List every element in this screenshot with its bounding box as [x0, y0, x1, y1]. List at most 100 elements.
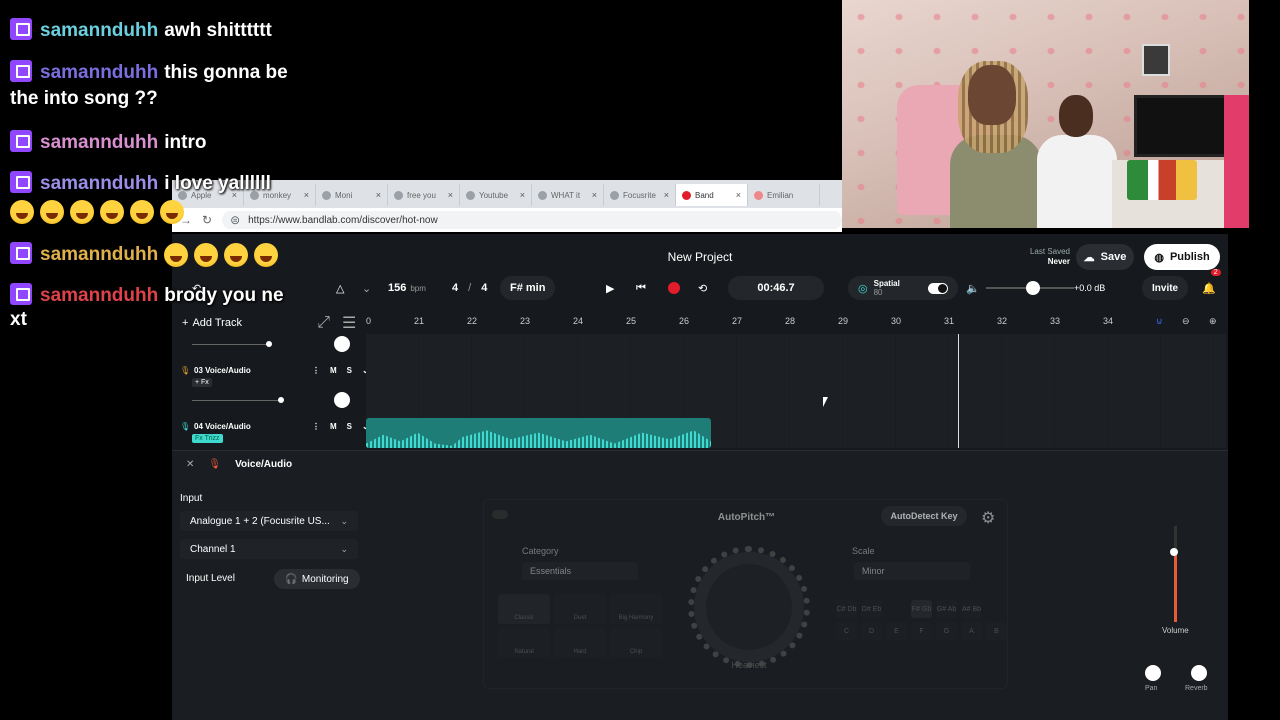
fx-tag[interactable]: + Fx [192, 378, 212, 387]
solo-button[interactable]: S [347, 422, 352, 431]
close-icon[interactable]: × [736, 190, 741, 200]
close-icon[interactable]: × [664, 190, 669, 200]
preset-natural[interactable]: Natural [498, 628, 550, 658]
preset-duet[interactable]: Duet [554, 594, 606, 624]
site-info-icon[interactable]: ⊜ [230, 213, 240, 227]
toggle-switch[interactable] [928, 282, 948, 294]
close-icon[interactable]: ✕ [186, 459, 194, 470]
volume-db: +0.0 dB [1074, 283, 1106, 293]
more-icon[interactable]: ⋮ [312, 422, 320, 431]
pan-knob[interactable] [1145, 665, 1161, 681]
tv [1134, 95, 1229, 157]
browser-tab[interactable]: free you × [388, 184, 460, 206]
key-button[interactable]: F [911, 622, 932, 640]
bandlab-studio: New Project Last Saved Never ☁ Save ◍ Publi… [172, 234, 1228, 720]
key-button[interactable]: E [886, 622, 907, 640]
save-button[interactable]: ☁ Save [1076, 244, 1134, 270]
close-icon[interactable]: × [520, 190, 525, 200]
close-icon[interactable]: × [592, 190, 597, 200]
wall-frame [1142, 44, 1170, 76]
browser-tab[interactable]: Moni × [316, 184, 388, 206]
volume-slider-knob[interactable] [266, 341, 272, 347]
preset-classic[interactable]: Classic [498, 594, 550, 624]
browser-tab-active[interactable]: Band × [676, 184, 748, 206]
time-signature[interactable]: 4/4 [452, 276, 487, 300]
mixer-icon[interactable]: ☰ [342, 313, 356, 333]
bpm-field[interactable]: 156 bpm [388, 276, 426, 300]
key-button[interactable]: D# Eb [861, 600, 882, 618]
publish-button[interactable]: ◍ Publish [1144, 244, 1220, 270]
amount-knob[interactable] [688, 546, 810, 668]
volume-slider-knob[interactable] [278, 397, 284, 403]
master-volume-slider[interactable] [986, 276, 1074, 300]
channel-select[interactable]: Channel 1 ⌄ [180, 539, 358, 559]
add-track-button[interactable]: + Add Track [182, 317, 242, 329]
record-button[interactable] [668, 276, 680, 300]
pan-knob[interactable] [334, 336, 350, 352]
play-icon[interactable]: ▶ [606, 276, 614, 300]
settings-sliders-icon[interactable]: ⚙ [981, 508, 995, 528]
close-icon[interactable]: × [304, 190, 309, 200]
scale-label: Scale [852, 546, 875, 556]
more-icon[interactable]: ⋮ [312, 366, 320, 375]
chat-username: samannduhh [40, 173, 159, 194]
solo-button[interactable]: S [347, 366, 352, 375]
browser-tab[interactable]: Youtube × [460, 184, 532, 206]
spatial-toggle[interactable]: ◎ Spatial 80 [848, 276, 958, 300]
input-level-tab[interactable]: Input Level [186, 573, 235, 584]
fx-tag[interactable]: Fx Trizz [192, 434, 223, 443]
mute-button[interactable]: M [330, 422, 337, 431]
skip-back-icon[interactable]: ⏮ [636, 276, 646, 300]
key-button[interactable]: G [936, 622, 957, 640]
track-name[interactable]: 04 Voice/Audio [194, 422, 251, 431]
playhead[interactable] [958, 334, 959, 448]
slider-knob[interactable] [1026, 281, 1040, 295]
metronome-icon[interactable]: △ [336, 276, 344, 300]
timeline-ruler[interactable]: 0 21 22 23 24 25 26 27 28 29 30 31 32 33… [366, 312, 1226, 334]
key-button[interactable]: C# Db [836, 600, 857, 618]
category-label: Category [522, 546, 559, 556]
volume-meter[interactable] [1174, 526, 1177, 622]
key-button[interactable]: A# Bb [961, 600, 982, 618]
chevron-down-icon[interactable]: ⌄ [362, 276, 371, 300]
track-name[interactable]: 03 Voice/Audio [194, 366, 251, 375]
category-select[interactable]: Essentials [522, 562, 638, 580]
reload-icon[interactable]: ↻ [202, 213, 212, 227]
key-button[interactable]: G# Ab [936, 600, 957, 618]
key-button[interactable]: B [986, 622, 1007, 640]
key-button[interactable]: C [836, 622, 857, 640]
bell-icon[interactable]: 🔔 2 [1202, 269, 1221, 300]
invite-button[interactable]: Invite [1142, 276, 1189, 300]
audio-clip[interactable] [366, 418, 711, 448]
scale-select[interactable]: Minor [854, 562, 970, 580]
zoom-in-icon[interactable]: ⊕ [1209, 316, 1217, 327]
loop-icon[interactable]: ⟲ [698, 276, 707, 300]
close-icon[interactable]: × [448, 190, 453, 200]
key-button[interactable]: D [861, 622, 882, 640]
speaker-icon[interactable]: 🔈 [966, 276, 980, 300]
volume-fader-knob[interactable] [1170, 548, 1178, 556]
automation-icon[interactable]: ⤢ [317, 314, 330, 332]
chevron-down-icon: ⌄ [340, 543, 348, 554]
url-field[interactable]: ⊜ https://www.bandlab.com/discover/hot-no… [222, 211, 842, 229]
pan-knob[interactable] [334, 392, 350, 408]
close-icon[interactable]: × [376, 190, 381, 200]
key-button[interactable]: A [961, 622, 982, 640]
preset-chip[interactable]: Chip [610, 628, 662, 658]
zoom-out-icon[interactable]: ⊖ [1182, 316, 1190, 327]
key-button[interactable]: F# Gb [911, 600, 932, 618]
browser-tab[interactable]: Emilian [748, 184, 820, 206]
key-spacer [986, 600, 1007, 618]
browser-tab[interactable]: Focusrite × [604, 184, 676, 206]
input-device-select[interactable]: Analogue 1 + 2 (Focusrite US... ⌄ [180, 511, 358, 531]
autodetect-key-button[interactable]: AutoDetect Key [881, 506, 967, 526]
reverb-knob[interactable] [1191, 665, 1207, 681]
preset-hard[interactable]: Hard [554, 628, 606, 658]
track-lanes[interactable] [366, 334, 1226, 448]
snap-icon[interactable]: ⊍ [1156, 316, 1163, 327]
preset-big-harmony[interactable]: Big Harmony [610, 594, 662, 624]
monitoring-button[interactable]: 🎧 Monitoring [274, 569, 360, 589]
browser-tab[interactable]: WHAT it × [532, 184, 604, 206]
key-selector[interactable]: F# min [500, 276, 556, 300]
mute-button[interactable]: M [330, 366, 337, 375]
